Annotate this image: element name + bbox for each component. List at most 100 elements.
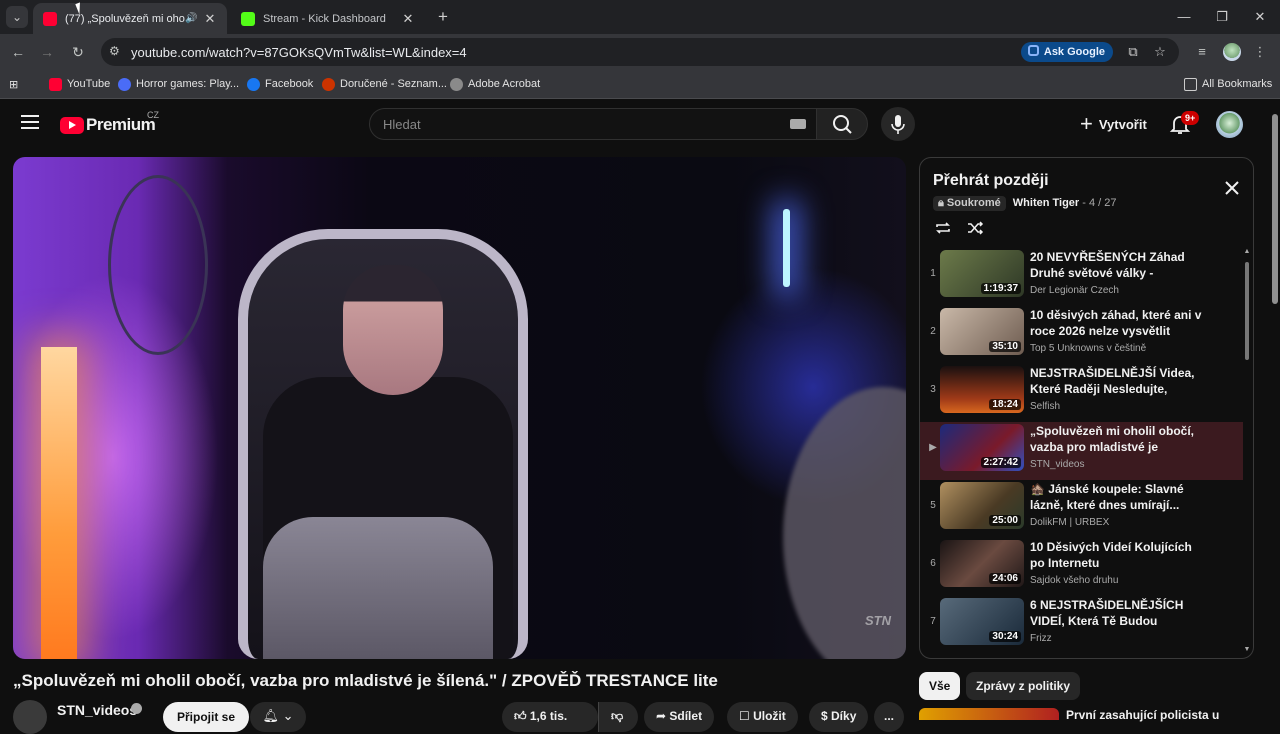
new-tab-button[interactable]: +	[432, 6, 454, 28]
reload-icon[interactable]: ↻	[67, 41, 89, 63]
search-button[interactable]	[816, 108, 868, 140]
more-menu-icon[interactable]: ⋮	[1250, 42, 1270, 62]
scrollbar-thumb[interactable]	[1245, 262, 1249, 360]
like-button[interactable]: 👍︎ 1,6 tis.	[502, 702, 598, 732]
hamburger-menu-icon[interactable]	[21, 115, 39, 129]
back-icon[interactable]: ←	[7, 41, 29, 63]
globe-icon	[450, 77, 463, 91]
shuffle-icon[interactable]	[966, 219, 984, 237]
all-bookmarks[interactable]: All Bookmarks	[1184, 76, 1272, 92]
playlist-item[interactable]: 2 35:10 10 děsivých záhad, které ani v r…	[920, 306, 1243, 364]
video-scene-person-head	[343, 265, 443, 395]
playlist-owner[interactable]: Whiten Tiger	[1013, 197, 1079, 209]
video-thumbnail: 30:24	[940, 598, 1024, 645]
browser-tab-strip: ⌄ (77) „Spoluvězeň mi oholil obočí, vazb…	[0, 0, 1280, 34]
bell-icon: 🔔︎ ⌄	[262, 708, 294, 723]
playlist-item[interactable]: 6 24:06 10 Děsivých Videí Kolujících po …	[920, 538, 1243, 596]
lens-icon	[1027, 45, 1039, 56]
notification-badge: 9+	[1181, 111, 1200, 125]
loop-icon[interactable]	[934, 219, 952, 237]
video-player[interactable]: STN	[13, 157, 906, 659]
folder-icon	[1184, 77, 1197, 91]
seznam-icon	[322, 77, 335, 91]
scroll-up-icon[interactable]: ▲	[1243, 248, 1251, 256]
video-thumbnail: 1:19:37	[940, 250, 1024, 297]
address-bar[interactable]: ⚙ youtube.com/watch?v=87GOKsQVmTw&list=W…	[101, 38, 1179, 66]
close-window-icon[interactable]: ✕	[1239, 0, 1280, 34]
playlist-item[interactable]: 3 18:24 NEJSTRAŠIDELNĚJŠÍ Videa, Které R…	[920, 364, 1243, 422]
playlist-items: 1 1:19:37 20 NEVYŘEŠENÝCH Záhad Druhé sv…	[920, 248, 1243, 658]
playlist-item[interactable]: 1 1:19:37 20 NEVYŘEŠENÝCH Záhad Druhé sv…	[920, 248, 1243, 306]
verified-icon	[131, 703, 142, 714]
bookmark-seznam[interactable]: Doručené - Seznam...	[322, 76, 447, 92]
save-button[interactable]: ☐ Uložit	[727, 702, 798, 732]
ask-google-button[interactable]: Ask Google	[1020, 42, 1113, 62]
thanks-button[interactable]: $ Díky	[809, 702, 869, 732]
playlist-item[interactable]: 5 25:00 🏚️ Jánské koupele: Slavné lázně,…	[920, 480, 1243, 538]
share-button[interactable]: ➦ Sdílet	[644, 702, 715, 732]
tab-search-dropdown[interactable]: ⌄	[6, 6, 28, 28]
close-icon[interactable]	[1222, 178, 1242, 198]
video-scene-lamp	[41, 347, 77, 659]
bookmark-adobe-acrobat[interactable]: Adobe Acrobat	[450, 76, 540, 92]
bookmark-youtube[interactable]: YouTube	[49, 76, 110, 92]
dislike-button[interactable]: 👎︎	[598, 702, 638, 732]
create-button[interactable]: + Vytvořit	[1072, 108, 1159, 140]
url-text[interactable]: youtube.com/watch?v=87GOKsQVmTw&list=WL&…	[131, 45, 467, 60]
youtube-premium-logo[interactable]: Premium CZ	[60, 110, 159, 135]
minimize-icon[interactable]: —	[1163, 0, 1205, 34]
video-thumbnail: 25:00	[940, 482, 1024, 529]
search-input[interactable]: Hledat	[369, 108, 817, 140]
site-info-icon[interactable]: ⚙	[109, 44, 120, 58]
keyboard-icon[interactable]	[790, 119, 806, 129]
playlist-item[interactable]: 7 30:24 6 NEJSTRAŠIDELNĚJŠÍCH VIDEÍ, Kte…	[920, 596, 1243, 654]
apps-icon[interactable]: ⊞	[9, 76, 18, 92]
forward-icon[interactable]: →	[36, 41, 58, 63]
close-tab-icon[interactable]: ✕	[401, 11, 415, 27]
browser-toolbar: ← → ↻ ⚙ youtube.com/watch?v=87GOKsQVmTw&…	[0, 34, 1280, 70]
page-scrollbar-thumb[interactable]	[1272, 114, 1278, 304]
close-tab-icon[interactable]: ✕	[203, 11, 217, 27]
subscription-bell-button[interactable]: 🔔︎ ⌄	[250, 702, 306, 732]
page-scrollbar[interactable]	[1270, 100, 1280, 720]
bookmark-star-icon[interactable]: ☆	[1151, 43, 1169, 61]
voice-search-button[interactable]	[881, 107, 915, 141]
chip-all[interactable]: Vše	[919, 672, 961, 700]
join-button[interactable]: Připojit se	[163, 702, 250, 732]
install-app-icon[interactable]: ⧉	[1124, 43, 1142, 61]
playlist-title[interactable]: Přehrát později	[933, 172, 1049, 190]
restore-icon[interactable]: ❐	[1201, 0, 1243, 34]
video-scene-ring-shelf	[108, 175, 208, 355]
share-icon: ➦	[656, 709, 670, 723]
playlist-meta: 🔒︎ Soukromé Whiten Tiger - 4 / 27	[933, 196, 1117, 211]
scroll-down-icon[interactable]: ▼	[1243, 646, 1251, 654]
bookmark-facebook[interactable]: Facebook	[247, 76, 313, 92]
playlist-panel: Přehrát později 🔒︎ Soukromé Whiten Tiger…	[919, 157, 1254, 659]
tab-title: (77) „Spoluvězeň mi oholil obočí, vazba …	[65, 12, 185, 25]
tab-youtube[interactable]: (77) „Spoluvězeň mi oholil obočí, vazba …	[33, 3, 227, 34]
bookmarks-bar: ⊞ YouTube Horror games: Play... Facebook…	[0, 70, 1280, 99]
media-control-icon[interactable]: ≡	[1192, 42, 1212, 62]
tab-kick[interactable]: Stream - Kick Dashboard ✕	[231, 3, 425, 34]
playlist-item-current[interactable]: ▶ 2:27:42 „Spoluvězeň mi oholil obočí, v…	[920, 422, 1243, 480]
channel-avatar[interactable]	[13, 700, 47, 734]
profile-avatar[interactable]	[1223, 43, 1241, 61]
more-actions-button[interactable]: ...	[874, 702, 904, 732]
video-title: „Spoluvězeň mi oholil obočí, vazba pro m…	[13, 671, 718, 690]
video-thumbnail: 24:06	[940, 540, 1024, 587]
thumbs-up-icon: 👍︎	[514, 709, 530, 723]
search-icon	[833, 115, 852, 134]
channel-name[interactable]: STN_videos	[57, 702, 137, 718]
video-thumbnail: 18:24	[940, 366, 1024, 413]
bookmark-horror-games[interactable]: Horror games: Play...	[118, 76, 239, 92]
video-thumbnail: 35:10	[940, 308, 1024, 355]
youtube-icon	[43, 11, 57, 26]
account-avatar[interactable]	[1216, 111, 1243, 138]
playlist-position: - 4 / 27	[1082, 197, 1117, 209]
kick-icon	[241, 11, 255, 26]
chip-politics[interactable]: Zprávy z politiky	[966, 672, 1081, 700]
tab-title: Stream - Kick Dashboard	[263, 12, 386, 25]
speaker-icon[interactable]: 🔊	[185, 13, 199, 24]
recommended-thumbnail[interactable]	[919, 708, 1059, 720]
playlist-scrollbar[interactable]: ▲ ▼	[1243, 248, 1251, 654]
